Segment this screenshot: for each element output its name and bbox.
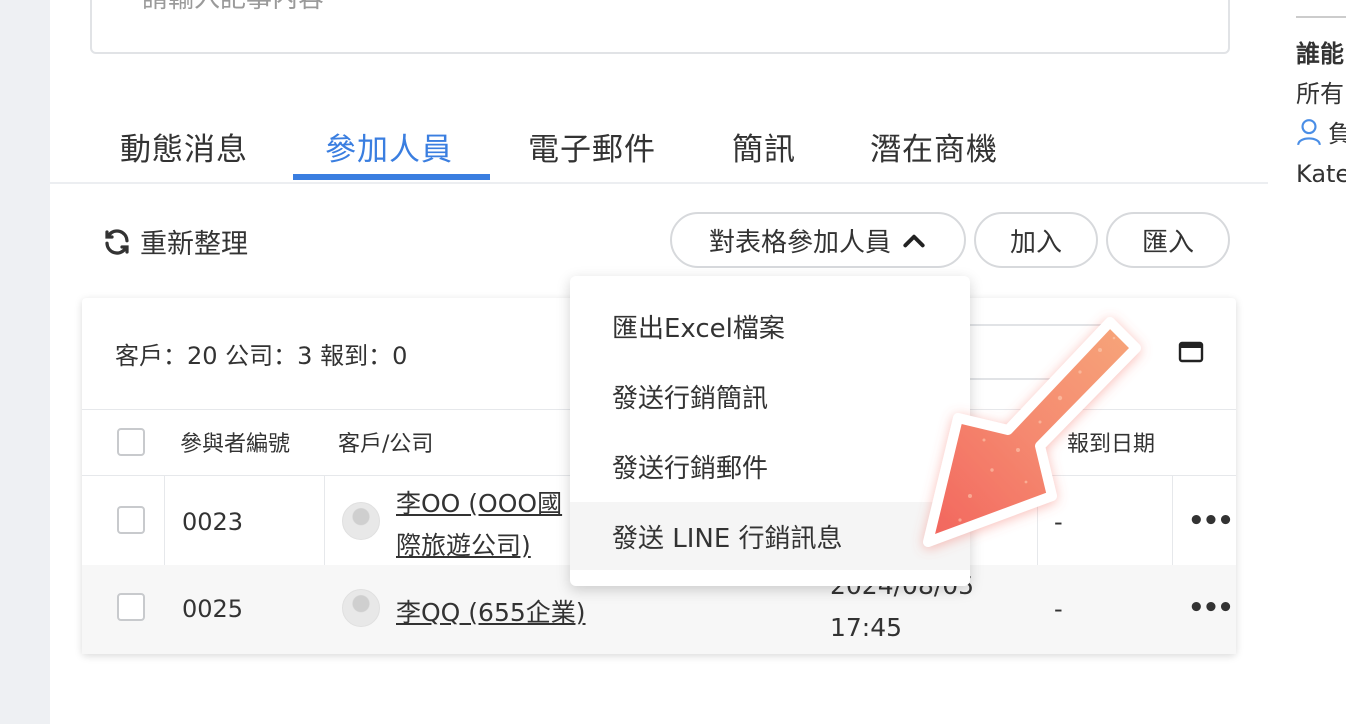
table-menu-label: 對表格參加人員 [708, 227, 891, 258]
row-checkbox[interactable] [117, 506, 145, 534]
window-icon[interactable] [1178, 340, 1204, 364]
note-textarea[interactable]: 請輸入記事內容 [90, 0, 1230, 54]
summary-counts: 客戶：20 公司：3 報到：0 [115, 342, 408, 370]
tab-sms[interactable]: 簡訊 [732, 124, 796, 169]
visibility-value: 所有 [1296, 80, 1344, 108]
row-checkbox[interactable] [117, 593, 145, 621]
customer-link-line2[interactable]: 際旅遊公司) [396, 526, 531, 562]
customer-link[interactable]: 李QQ (655企業) [396, 593, 586, 629]
tab-opportunities[interactable]: 潛在商機 [870, 124, 998, 169]
user-icon [1297, 118, 1321, 145]
owner-name: Kate [1296, 160, 1346, 188]
registration-time: 17:45 [830, 613, 903, 642]
avatar-icon [342, 502, 380, 540]
import-label: 匯入 [1141, 227, 1194, 258]
import-button[interactable]: 匯入 [1106, 212, 1230, 268]
col-divider [324, 476, 325, 565]
col-divider [1172, 476, 1173, 565]
add-button[interactable]: 加入 [974, 212, 1098, 268]
avatar-icon [342, 589, 380, 627]
col-header-participant-id: 參與者編號 [180, 432, 291, 457]
tab-bar: 動態消息 參加人員 電子郵件 簡訊 潛在商機 [50, 110, 1268, 184]
divider [1296, 16, 1346, 18]
owner-label: 負 [1328, 120, 1346, 148]
refresh-label: 重新整理 [140, 229, 248, 260]
more-icon[interactable]: ••• [1188, 593, 1234, 623]
refresh-icon [105, 228, 129, 255]
table-menu-button[interactable]: 對表格參加人員 [670, 212, 966, 268]
note-placeholder: 請輸入記事內容 [142, 0, 324, 15]
col-header-customer: 客戶/公司 [338, 432, 434, 457]
owner-row: 負 [1296, 114, 1346, 149]
active-tab-indicator [293, 174, 490, 180]
refresh-button[interactable]: 重新整理 [102, 222, 248, 261]
participant-id: 0025 [182, 595, 244, 623]
visibility-heading: 誰能 [1296, 40, 1344, 68]
right-panel: 誰能 所有 負 Kate [1268, 0, 1346, 724]
customer-link[interactable]: 李OO (OOO國 [396, 484, 562, 520]
select-all-checkbox[interactable] [117, 428, 145, 456]
participant-id: 0023 [182, 508, 244, 536]
chevron-up-icon [903, 234, 925, 248]
tab-participants[interactable]: 參加人員 [325, 124, 453, 169]
checkin-date: - [1054, 595, 1063, 623]
col-divider [164, 476, 165, 565]
add-label: 加入 [1009, 227, 1062, 258]
more-icon[interactable]: ••• [1188, 506, 1234, 536]
tab-email[interactable]: 電子郵件 [528, 124, 656, 169]
arrow-pointer-icon [900, 300, 1160, 560]
tab-news[interactable]: 動態消息 [120, 124, 248, 169]
